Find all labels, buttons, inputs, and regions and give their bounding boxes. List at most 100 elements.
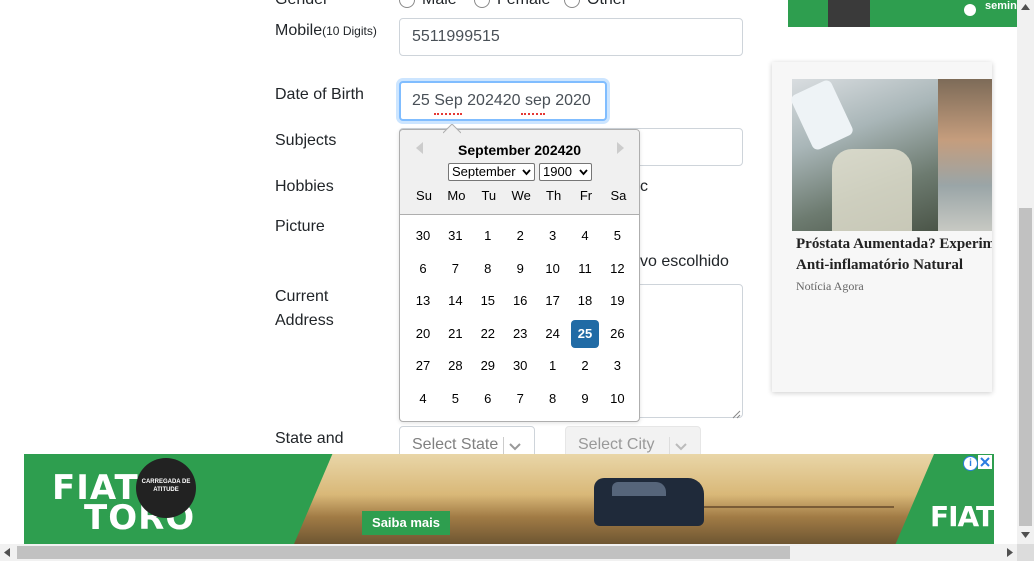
ad-image-pouring: [789, 78, 938, 231]
calendar-day[interactable]: 1: [474, 222, 502, 250]
gender-radio-other[interactable]: [564, 0, 580, 8]
calendar-day[interactable]: 12: [603, 255, 631, 283]
scroll-up-icon[interactable]: [1021, 4, 1030, 10]
calendar-day[interactable]: 9: [571, 385, 599, 413]
calendar-day[interactable]: 30: [506, 352, 534, 380]
calendar-day[interactable]: 10: [603, 385, 631, 413]
state-chevron-icon: [503, 437, 504, 455]
datepicker-popup: September 202420 September 1900 Su Mo Tu We…: [399, 129, 640, 422]
calendar-day[interactable]: 5: [603, 222, 631, 250]
side-ad-top-banner[interactable]: semin: [788, 0, 1017, 27]
resize-handle-icon[interactable]: [732, 406, 741, 419]
ad-cta-button[interactable]: Saiba mais: [362, 511, 450, 535]
chevron-down-icon: [675, 443, 687, 451]
calendar-day[interactable]: 28: [441, 352, 469, 380]
ad-badge-text: CARREGADA DE ATITUDE: [141, 479, 191, 493]
datepicker-header: September 202420 September 1900 Su Mo Tu We…: [400, 130, 639, 215]
day-name-we: We: [511, 188, 531, 203]
ad-image-man: [938, 79, 992, 231]
calendar-day[interactable]: 6: [474, 385, 502, 413]
mobile-input[interactable]: 5511999515: [399, 18, 743, 56]
calendar-day[interactable]: 1: [539, 352, 567, 380]
ad-image-jar: [832, 149, 912, 231]
gender-radio-male[interactable]: [399, 0, 415, 8]
horizontal-scrollbar[interactable]: [0, 544, 1017, 561]
picture-label: Picture: [275, 218, 325, 235]
calendar-day-selected[interactable]: 25: [571, 319, 599, 348]
side-ad-card[interactable]: Próstata Aumentada? Experimen Anti-infla…: [772, 62, 992, 392]
city-chevron-divider: [669, 437, 670, 455]
calendar-day[interactable]: 4: [571, 222, 599, 250]
calendar-day[interactable]: 8: [474, 255, 502, 283]
gender-other-label: Other: [587, 0, 627, 12]
year-select[interactable]: 1900: [539, 163, 592, 181]
calendar-day[interactable]: 31: [441, 222, 469, 250]
calendar-day[interactable]: 3: [539, 222, 567, 250]
calendar-day[interactable]: 18: [571, 287, 599, 315]
state-select-placeholder: Select State: [412, 436, 499, 453]
day-name-mo: Mo: [447, 188, 466, 203]
calendar-day[interactable]: 9: [506, 255, 534, 283]
calendar-day[interactable]: 26: [603, 320, 631, 348]
state-city-label: State and: [275, 430, 344, 447]
day-name-tu: Tu: [481, 188, 497, 203]
picture-file-status: vo escolhido: [640, 253, 729, 270]
dob-input[interactable]: 25 Sep 202420 sep 2020: [399, 81, 607, 121]
ad-banner-logo-icon: [964, 4, 976, 16]
ad-badge-circle: CARREGADA DE ATITUDE: [136, 458, 196, 518]
calendar-day[interactable]: 21: [441, 320, 469, 348]
horizontal-scroll-thumb[interactable]: [17, 546, 790, 559]
scroll-left-icon[interactable]: [4, 548, 10, 557]
calendar-day[interactable]: 30: [409, 222, 437, 250]
city-select-placeholder: Select City: [578, 436, 655, 453]
vertical-scroll-thumb[interactable]: [1019, 208, 1032, 526]
calendar-day[interactable]: 3: [603, 352, 631, 380]
calendar-day[interactable]: 7: [441, 255, 469, 283]
calendar-day[interactable]: 13: [409, 287, 437, 315]
subjects-label: Subjects: [275, 132, 337, 149]
spellcheck-underline: [434, 111, 462, 115]
calendar-day[interactable]: 19: [603, 287, 631, 315]
calendar-day[interactable]: 20: [409, 320, 437, 348]
calendar-day[interactable]: 23: [506, 320, 534, 348]
calendar-day[interactable]: 15: [474, 287, 502, 315]
vertical-scrollbar[interactable]: [1017, 0, 1034, 545]
calendar-day[interactable]: 17: [539, 287, 567, 315]
calendar-day[interactable]: 16: [506, 287, 534, 315]
bottom-ad-banner[interactable]: FIAT TORO CARREGADA DE ATITUDE Saiba mai…: [24, 454, 994, 544]
ad-headline-line1: Próstata Aumentada? Experimen: [796, 236, 992, 252]
gender-female-label: Female: [497, 0, 550, 12]
calendar-day[interactable]: 24: [539, 320, 567, 348]
mobile-hint: (10 Digits): [322, 24, 377, 38]
spellcheck-underline: [521, 111, 545, 115]
calendar-day[interactable]: 11: [571, 255, 599, 283]
calendar-day[interactable]: 6: [409, 255, 437, 283]
scroll-down-icon[interactable]: [1021, 532, 1030, 538]
calendar-day[interactable]: 2: [506, 222, 534, 250]
calendar-day[interactable]: 4: [409, 385, 437, 413]
ad-close-icon[interactable]: [978, 455, 992, 469]
ad-info-icon[interactable]: i: [963, 456, 978, 471]
calendar-day[interactable]: 2: [571, 352, 599, 380]
calendar-day[interactable]: 27: [409, 352, 437, 380]
scrollbar-corner: [1017, 544, 1034, 561]
scroll-right-icon[interactable]: [1007, 548, 1013, 557]
calendar-day[interactable]: 22: [474, 320, 502, 348]
mobile-label: Mobile(10 Digits): [275, 19, 385, 43]
address-label-line2: Address: [275, 312, 334, 329]
calendar-day[interactable]: 10: [539, 255, 567, 283]
ad-banner-text: semin: [985, 0, 1017, 12]
calendar-day[interactable]: 8: [539, 385, 567, 413]
calendar-day[interactable]: 7: [506, 385, 534, 413]
gender-male-label: Male: [422, 0, 457, 12]
chevron-down-icon: [522, 169, 531, 176]
datepicker-current-month: September 202420: [458, 142, 581, 158]
day-name-th: Th: [546, 188, 562, 203]
gender-radio-female[interactable]: [474, 0, 490, 8]
calendar-day[interactable]: 5: [441, 385, 469, 413]
ad-headline[interactable]: Próstata Aumentada? Experimen Anti-infla…: [796, 234, 992, 276]
month-select[interactable]: September: [448, 163, 535, 181]
ad-source: Notícia Agora: [796, 279, 864, 293]
calendar-day[interactable]: 14: [441, 287, 469, 315]
calendar-day[interactable]: 29: [474, 352, 502, 380]
